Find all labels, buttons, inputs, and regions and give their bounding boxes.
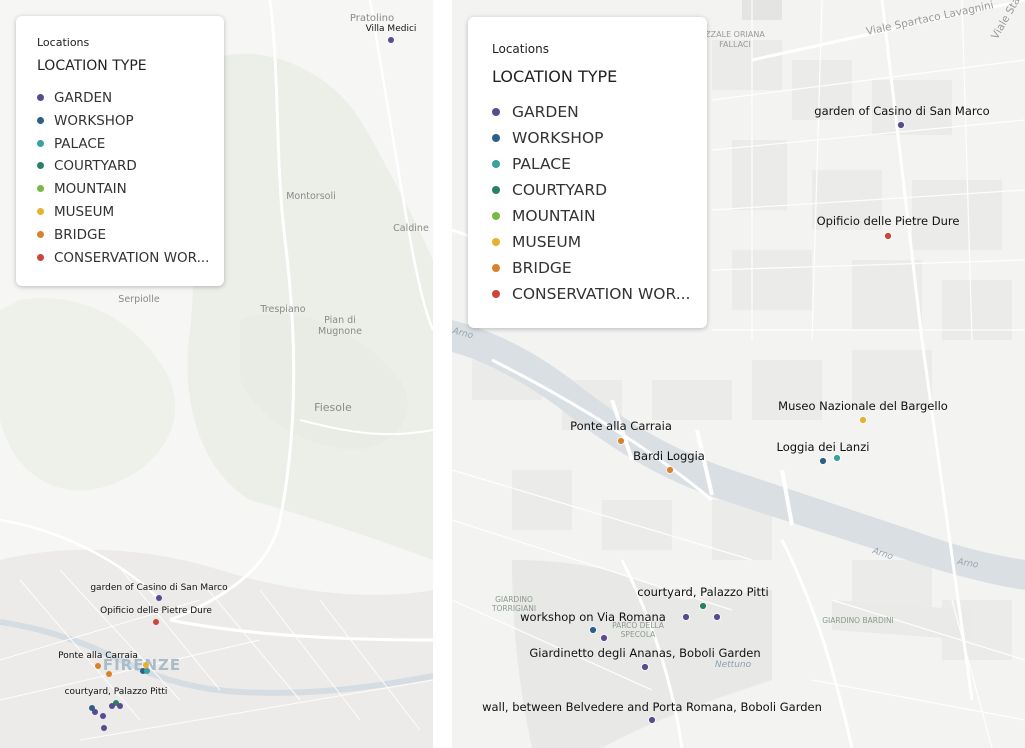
legend-item-courtyard[interactable]: COURTYARD: [37, 157, 213, 180]
marker-loggia-lanzi-workshop[interactable]: [819, 457, 827, 465]
marker-garden-pitti-2[interactable]: [713, 613, 721, 621]
legend-item-mountain[interactable]: MOUNTAIN: [37, 180, 213, 203]
legend-list: GARDEN WORKSHOP PALACE COURTYARD MOUNTAI…: [492, 101, 692, 309]
legend-item-mountain[interactable]: MOUNTAIN: [492, 205, 692, 231]
marker-giardinetto[interactable]: [100, 713, 106, 719]
poi-label-villa-medici: Villa Medici: [366, 24, 417, 34]
legend-dot-icon: [492, 264, 500, 272]
marker-opificio[interactable]: [884, 232, 892, 240]
poi-label-bardi-loggia: Bardi Loggia: [633, 449, 705, 463]
marker-loggia-lanzi-palace[interactable]: [144, 668, 150, 674]
marker-garden-pitti-1[interactable]: [682, 613, 690, 621]
poi-label-courtyard-pitti: courtyard, Palazzo Pitti: [637, 585, 768, 599]
place-label-montorsoli: Montorsoli: [286, 191, 336, 202]
poi-label-bargello: Museo Nazionale del Bargello: [778, 399, 948, 413]
marker-bargello[interactable]: [859, 416, 867, 424]
marker-garden-pitti-2[interactable]: [117, 703, 123, 709]
legend-dot-icon: [37, 253, 44, 261]
poi-label-ponte-carraia: Ponte alla Carraia: [570, 419, 672, 433]
legend-dot-icon: [492, 212, 500, 220]
place-label-pian-di: Pian di: [324, 315, 356, 326]
legend-dot-icon: [37, 139, 44, 147]
marker-garden-casino[interactable]: [156, 595, 162, 601]
poi-label-loggia-lanzi: Loggia dei Lanzi: [777, 440, 870, 454]
place-label-caldine: Caldine: [393, 223, 429, 234]
park-label-torrigiani-1: GIARDINO: [495, 595, 533, 604]
legend-dot-icon: [492, 160, 500, 168]
legend-dot-icon: [37, 230, 44, 238]
place-label-piazzale-fallaci-1: ZZALE ORIANA: [705, 30, 765, 39]
legend-dot-icon: [492, 108, 500, 116]
poi-label-wall-belvedere: wall, between Belvedere and Porta Romana…: [482, 700, 822, 714]
marker-wall-belvedere[interactable]: [101, 725, 107, 731]
legend-item-garden[interactable]: GARDEN: [37, 89, 213, 112]
place-label-fiesole: Fiesole: [314, 401, 352, 414]
legend-dot-icon: [492, 186, 500, 194]
marker-garden-pitti-1[interactable]: [109, 703, 115, 709]
poi-label-garden-casino: garden of Casino di San Marco: [814, 104, 989, 118]
legend-item-workshop[interactable]: WORKSHOP: [37, 112, 213, 135]
marker-opificio[interactable]: [153, 619, 159, 625]
marker-villa-medici[interactable]: [388, 37, 394, 43]
legend-dot-icon: [37, 162, 44, 170]
marker-ponte-carraia[interactable]: [95, 663, 101, 669]
marker-bargello[interactable]: [143, 662, 149, 668]
marker-courtyard-pitti[interactable]: [699, 602, 707, 610]
legend-title: Locations: [37, 36, 90, 49]
marker-workshop-romana[interactable]: [589, 626, 597, 634]
marker-garden-casino[interactable]: [897, 121, 905, 129]
marker-giardinetto[interactable]: [641, 663, 649, 671]
place-label-trespiano: Trespiano: [259, 304, 305, 315]
poi-label-ponte-carraia: Ponte alla Carraia: [58, 651, 138, 661]
marker-bardi-loggia[interactable]: [106, 671, 112, 677]
poi-label-workshop-romana: workshop on Via Romana: [520, 610, 666, 624]
legend-item-garden[interactable]: GARDEN: [492, 101, 692, 127]
legend-overview: Locations LOCATION TYPE GARDEN WORKSHOP …: [16, 16, 224, 286]
legend-item-museum[interactable]: MUSEUM: [37, 203, 213, 226]
poi-label-opificio: Opificio delle Pietre Dure: [100, 606, 212, 616]
legend-subtitle: LOCATION TYPE: [37, 58, 147, 74]
park-label-bardini: GIARDINO BARDINI: [822, 616, 894, 625]
marker-loggia-lanzi-palace[interactable]: [833, 454, 841, 462]
legend-item-courtyard[interactable]: COURTYARD: [492, 179, 692, 205]
map-detail[interactable]: Viale Spartaco Lavagnini Viale Sta ZZALE…: [452, 0, 1025, 748]
place-label-mugnone: Mugnone: [318, 326, 362, 337]
legend-dot-icon: [37, 94, 44, 101]
legend-dot-icon: [492, 290, 500, 298]
marker-garden-romana[interactable]: [600, 634, 608, 642]
poi-label-garden-casino: garden of Casino di San Marco: [90, 583, 228, 593]
legend-item-workshop[interactable]: WORKSHOP: [492, 127, 692, 153]
legend-dot-icon: [37, 116, 44, 124]
place-label-piazzale-fallaci-2: FALLACI: [719, 40, 751, 49]
marker-wall-belvedere[interactable]: [648, 716, 656, 724]
place-label-nettuno: Nettuno: [715, 660, 752, 670]
legend-dot-icon: [492, 134, 500, 142]
legend-item-bridge[interactable]: BRIDGE: [37, 226, 213, 249]
legend-item-conservation-workshop[interactable]: CONSERVATION WOR...: [492, 283, 692, 309]
legend-item-palace[interactable]: PALACE: [37, 135, 213, 158]
legend-dot-icon: [492, 238, 500, 246]
marker-garden-romana[interactable]: [92, 709, 98, 715]
park-label-specola-2: SPECOLA: [621, 630, 657, 639]
legend-item-palace[interactable]: PALACE: [492, 153, 692, 179]
legend-item-bridge[interactable]: BRIDGE: [492, 257, 692, 283]
legend-item-museum[interactable]: MUSEUM: [492, 231, 692, 257]
legend-item-conservation-workshop[interactable]: CONSERVATION WOR...: [37, 249, 213, 272]
poi-label-giardinetto: Giardinetto degli Ananas, Boboli Garden: [529, 646, 760, 660]
marker-ponte-carraia[interactable]: [617, 437, 625, 445]
marker-bardi-loggia[interactable]: [666, 466, 674, 474]
legend-dot-icon: [37, 207, 44, 215]
map-overview[interactable]: Pratolino Montorsoli Caldine Serpiolle T…: [0, 0, 433, 748]
poi-label-opificio: Opificio delle Pietre Dure: [817, 214, 960, 228]
place-label-pratolino: Pratolino: [350, 13, 394, 24]
legend-list: GARDEN WORKSHOP PALACE COURTYARD MOUNTAI…: [37, 89, 213, 271]
legend-subtitle: LOCATION TYPE: [492, 67, 618, 86]
legend-detail: Locations LOCATION TYPE GARDEN WORKSHOP …: [468, 17, 707, 328]
place-label-serpiolle: Serpiolle: [118, 294, 160, 305]
legend-title: Locations: [492, 42, 550, 56]
legend-dot-icon: [37, 185, 44, 193]
poi-label-courtyard-pitti: courtyard, Palazzo Pitti: [65, 687, 168, 697]
